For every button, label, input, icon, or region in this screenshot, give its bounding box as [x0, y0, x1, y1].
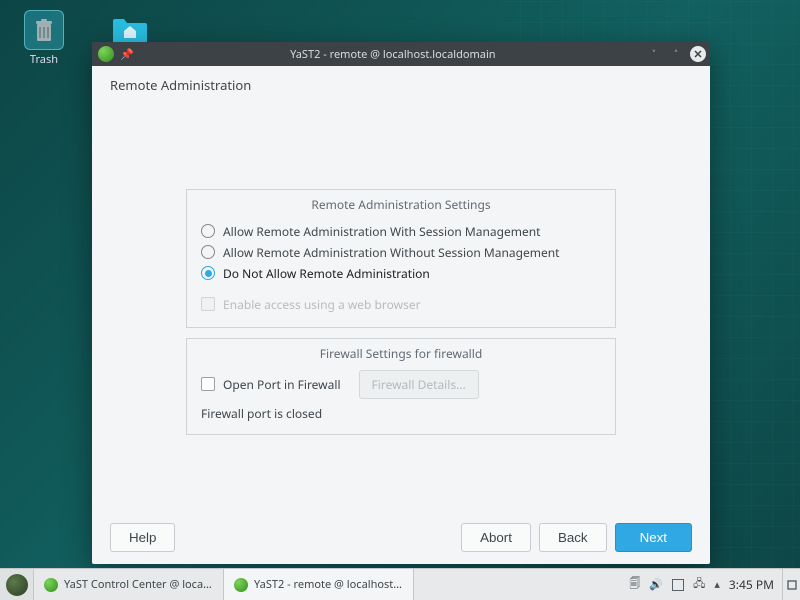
checkbox-open-port[interactable]: Open Port in Firewall: [201, 374, 341, 395]
yast-app-icon: [234, 578, 248, 592]
tray-expand-icon[interactable]: ▴: [714, 577, 720, 592]
window-content: Remote Administration Remote Administrat…: [92, 66, 710, 564]
radio-allow-with-session[interactable]: Allow Remote Administration With Session…: [201, 221, 601, 242]
checkbox-label: Enable access using a web browser: [223, 296, 421, 313]
window-title: YaST2 - remote @ localhost.localdomain: [140, 47, 646, 62]
radio-icon: [201, 266, 215, 280]
trash-icon: [24, 10, 64, 50]
show-desktop-button[interactable]: [782, 569, 800, 600]
radio-label: Do Not Allow Remote Administration: [223, 265, 430, 282]
taskbar-item-yast-control-center[interactable]: YaST Control Center @ localhost.lo...: [34, 569, 224, 600]
checkbox-icon: [201, 297, 215, 311]
clipboard-icon[interactable]: 🗐: [629, 575, 640, 594]
checkbox-label: Open Port in Firewall: [223, 376, 341, 393]
firewall-status: Firewall port is closed: [201, 405, 601, 422]
maximize-icon[interactable]: ˄: [668, 46, 684, 62]
yast-app-icon: [44, 578, 58, 592]
radio-do-not-allow[interactable]: Do Not Allow Remote Administration: [201, 263, 601, 284]
task-label: YaST2 - remote @ localhost.locald...: [254, 577, 403, 592]
firewall-group-title: Firewall Settings for firewalld: [201, 345, 601, 362]
clock[interactable]: 3:45 PM: [729, 576, 774, 593]
dialog-button-row: Help Abort Back Next: [110, 523, 692, 552]
radio-label: Allow Remote Administration Without Sess…: [223, 244, 560, 261]
firewall-group: Firewall Settings for firewalld Open Por…: [186, 338, 616, 435]
yast-app-icon: [98, 46, 114, 62]
page-title: Remote Administration: [110, 76, 692, 94]
minimize-icon[interactable]: ˅: [646, 46, 662, 62]
remote-admin-group: Remote Administration Settings Allow Rem…: [186, 189, 616, 328]
network-icon[interactable]: 🖧: [693, 575, 705, 594]
help-button[interactable]: Help: [110, 523, 175, 552]
trash-label: Trash: [30, 52, 58, 67]
radio-icon: [201, 245, 215, 259]
back-button[interactable]: Back: [539, 523, 607, 552]
radio-allow-without-session[interactable]: Allow Remote Administration Without Sess…: [201, 242, 601, 263]
firewall-details-button: Firewall Details...: [359, 370, 479, 399]
yast-window: 📌 YaST2 - remote @ localhost.localdomain…: [92, 42, 710, 564]
window-titlebar[interactable]: 📌 YaST2 - remote @ localhost.localdomain…: [92, 42, 710, 66]
opensuse-icon: [6, 574, 28, 596]
pin-icon[interactable]: 📌: [120, 47, 134, 62]
radio-label: Allow Remote Administration With Session…: [223, 223, 541, 240]
checkbox-icon: [201, 377, 215, 391]
remote-admin-group-title: Remote Administration Settings: [201, 196, 601, 213]
abort-button[interactable]: Abort: [461, 523, 531, 552]
battery-icon[interactable]: [672, 579, 684, 591]
desktop-trash-icon[interactable]: Trash: [14, 10, 74, 70]
close-icon[interactable]: ✕: [690, 46, 706, 62]
volume-icon[interactable]: 🔊: [649, 577, 663, 592]
next-button[interactable]: Next: [615, 523, 692, 552]
system-tray: 🗐 🔊 🖧 ▴ 3:45 PM: [621, 569, 782, 600]
taskbar-item-yast-remote[interactable]: YaST2 - remote @ localhost.locald...: [224, 569, 414, 600]
start-menu-button[interactable]: [0, 569, 34, 600]
taskbar: YaST Control Center @ localhost.lo... Ya…: [0, 568, 800, 600]
radio-icon: [201, 224, 215, 238]
task-label: YaST Control Center @ localhost.lo...: [64, 577, 213, 592]
checkbox-web-browser: Enable access using a web browser: [201, 294, 601, 315]
